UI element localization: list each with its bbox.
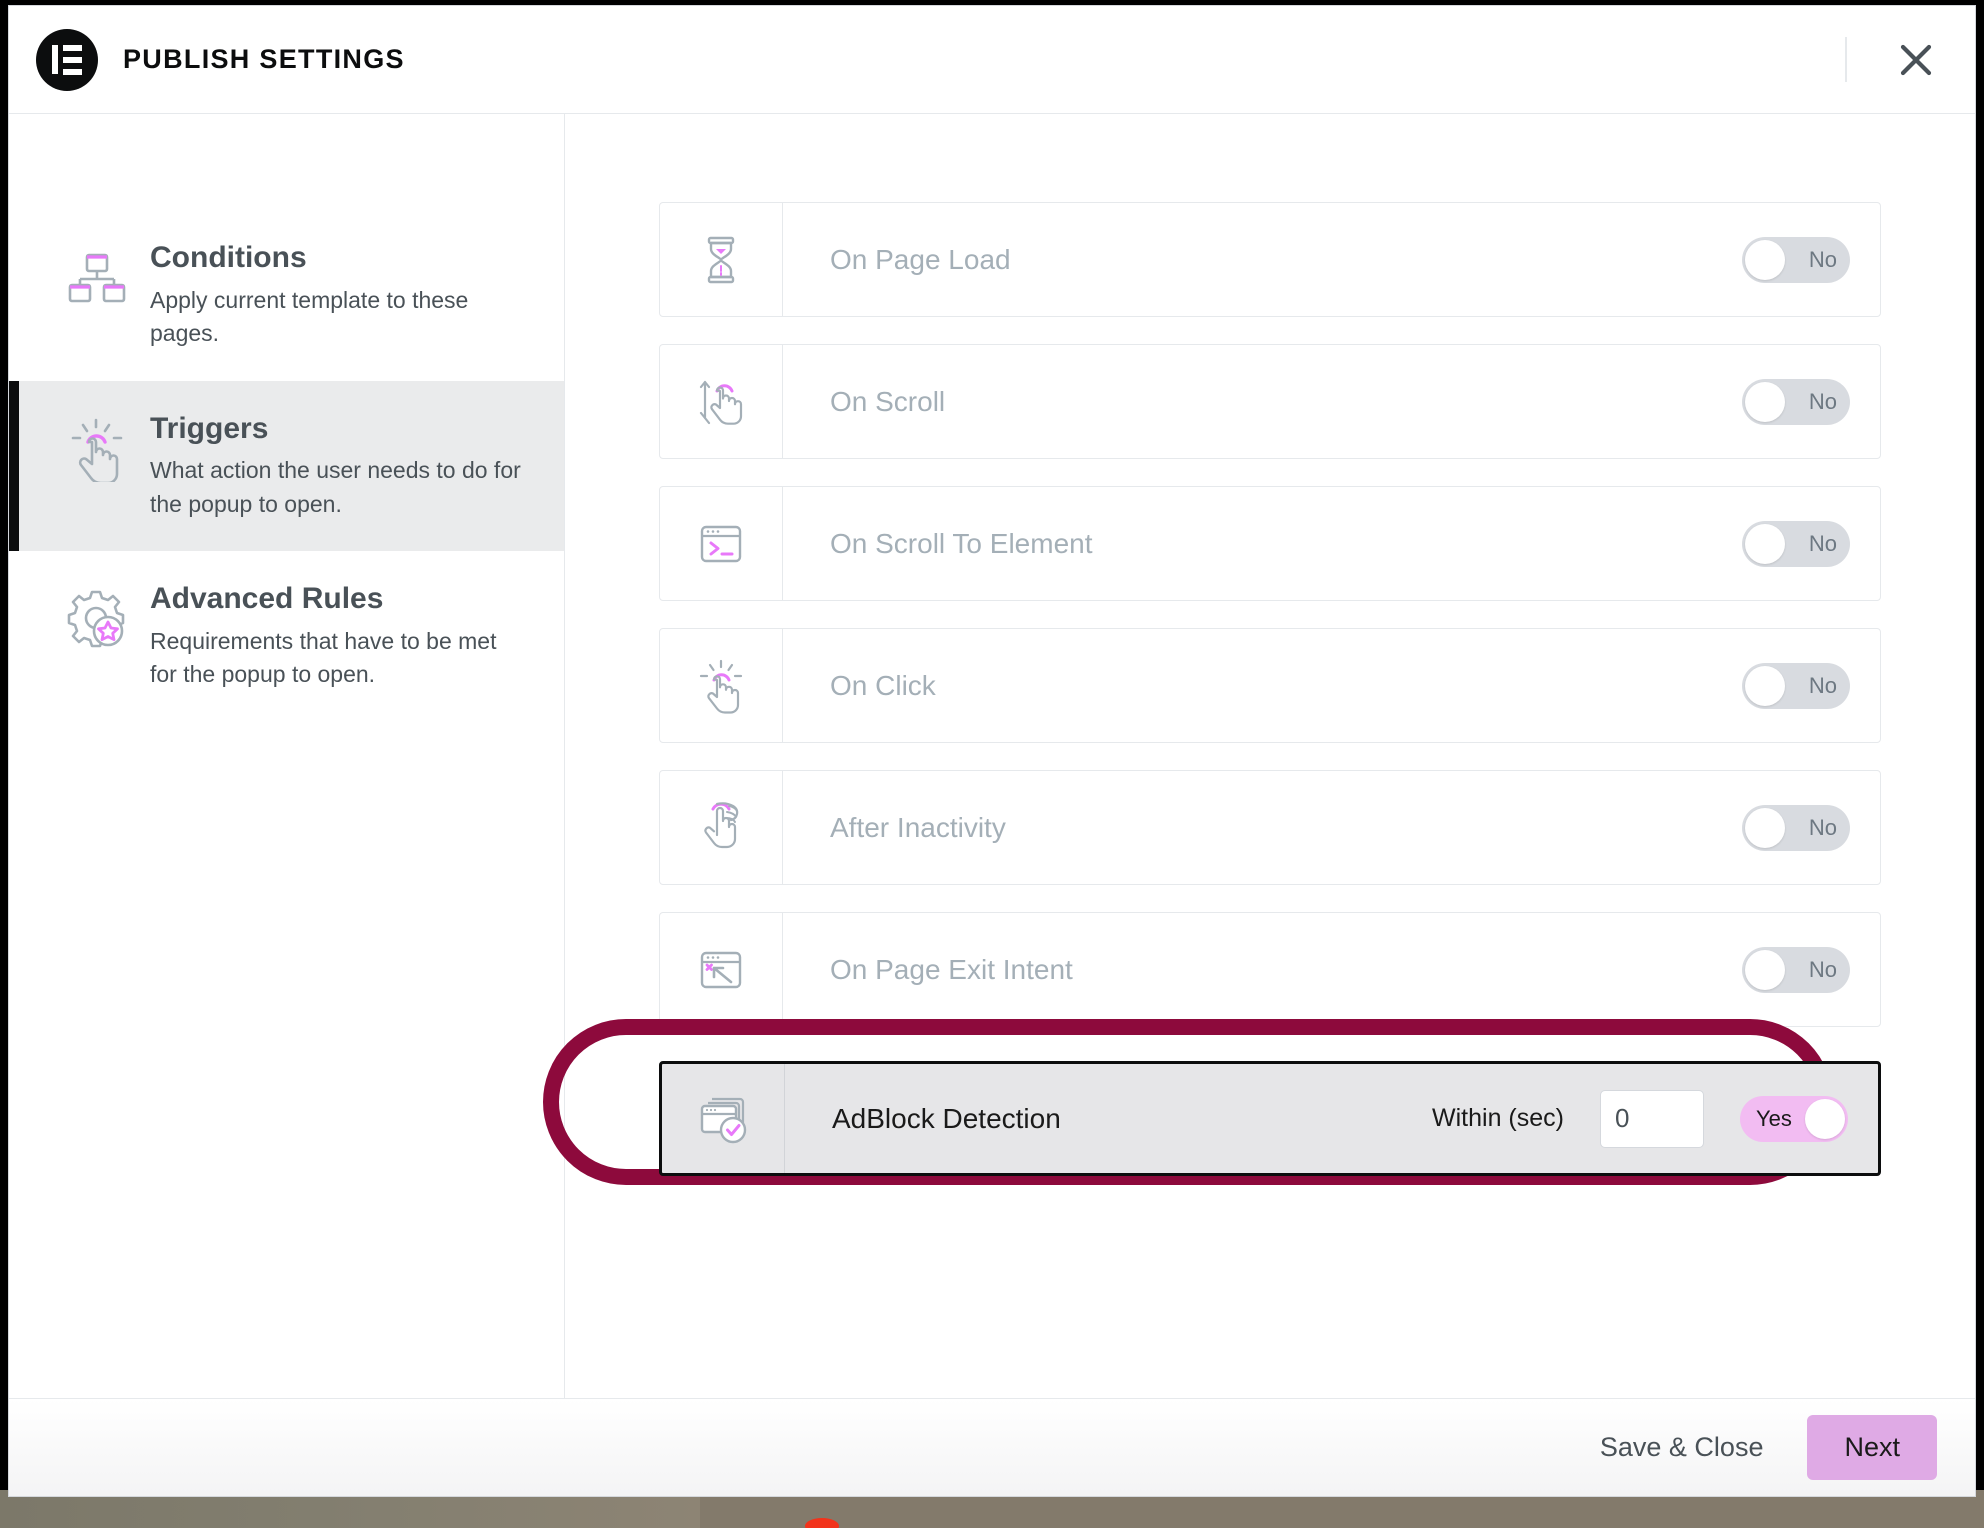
trigger-toggle[interactable]: No: [1742, 947, 1850, 993]
modal-header: PUBLISH SETTINGS: [9, 6, 1975, 114]
browser-prompt-icon: [660, 487, 783, 600]
inactivity-hand-icon: [660, 771, 783, 884]
browser-exit-icon: [660, 913, 783, 1026]
modal-footer: Save & Close Next: [9, 1398, 1975, 1496]
trigger-row-on-scroll-to-element[interactable]: On Scroll To Element No: [659, 486, 1881, 601]
save-and-close-button[interactable]: Save & Close: [1594, 1424, 1770, 1471]
sidebar-item-text: Triggers What action the user needs to d…: [150, 410, 524, 522]
toggle-label: No: [1809, 815, 1837, 841]
trigger-label: On Page Load: [783, 203, 1742, 316]
sidebar-item-description: What action the user needs to do for the…: [150, 454, 524, 521]
sidebar-item-triggers[interactable]: Triggers What action the user needs to d…: [9, 381, 564, 552]
elementor-logo-icon: [36, 29, 98, 91]
header-divider: [1845, 37, 1847, 82]
next-button[interactable]: Next: [1807, 1415, 1937, 1480]
sitemap-icon: [59, 245, 135, 311]
sidebar-item-title: Conditions: [150, 239, 524, 277]
adblock-detection-section: AdBlock Detection Within (sec) Yes: [659, 1061, 1881, 1176]
sidebar-item-text: Conditions Apply current template to the…: [150, 239, 524, 351]
toggle-label: Yes: [1756, 1106, 1792, 1132]
trigger-controls: No: [1742, 345, 1880, 458]
trigger-label: On Scroll: [783, 345, 1742, 458]
trigger-controls: Within (sec) Yes: [1432, 1064, 1878, 1173]
toggle-knob: [1745, 666, 1785, 706]
browser-stack-check-icon: [662, 1064, 785, 1173]
trigger-toggle[interactable]: No: [1742, 237, 1850, 283]
trigger-row-on-scroll[interactable]: On Scroll No: [659, 344, 1881, 459]
trigger-controls: No: [1742, 629, 1880, 742]
trigger-controls: No: [1742, 913, 1880, 1026]
sidebar-item-conditions[interactable]: Conditions Apply current template to the…: [9, 210, 564, 381]
header-actions: [1845, 6, 1975, 113]
toggle-knob: [1745, 240, 1785, 280]
trigger-label: On Page Exit Intent: [783, 913, 1742, 1026]
hourglass-icon: [660, 203, 783, 316]
triggers-panel: On Page Load No: [565, 114, 1975, 1398]
toggle-knob: [1745, 524, 1785, 564]
trigger-controls: No: [1742, 203, 1880, 316]
trigger-label: AdBlock Detection: [785, 1064, 1432, 1173]
sidebar-item-description: Requirements that have to be met for the…: [150, 625, 524, 692]
toggle-label: No: [1809, 247, 1837, 273]
sidebar-item-description: Apply current template to these pages.: [150, 284, 524, 351]
publish-settings-modal: PUBLISH SETTINGS: [9, 6, 1975, 1496]
trigger-toggle[interactable]: No: [1742, 521, 1850, 567]
trigger-label: On Click: [783, 629, 1742, 742]
gear-star-icon: [59, 586, 135, 652]
toggle-knob: [1745, 808, 1785, 848]
desktop-background: PUBLISH SETTINGS: [0, 0, 1984, 1528]
toggle-knob: [1745, 382, 1785, 422]
toggle-knob: [1805, 1099, 1845, 1139]
trigger-toggle[interactable]: No: [1742, 805, 1850, 851]
settings-sidebar: Conditions Apply current template to the…: [9, 114, 565, 1398]
trigger-toggle[interactable]: No: [1742, 663, 1850, 709]
trigger-row-on-page-exit-intent[interactable]: On Page Exit Intent No: [659, 912, 1881, 1027]
trigger-label: After Inactivity: [783, 771, 1742, 884]
toggle-label: No: [1809, 957, 1837, 983]
trigger-list: On Page Load No: [659, 202, 1881, 1176]
scroll-hand-icon: [660, 345, 783, 458]
adblock-toggle[interactable]: Yes: [1740, 1096, 1848, 1142]
sidebar-item-text: Advanced Rules Requirements that have to…: [150, 580, 524, 692]
trigger-row-on-click[interactable]: On Click No: [659, 628, 1881, 743]
click-hand-icon: [660, 629, 783, 742]
trigger-label: On Scroll To Element: [783, 487, 1742, 600]
trigger-toggle[interactable]: No: [1742, 379, 1850, 425]
toggle-knob: [1745, 950, 1785, 990]
toggle-label: No: [1809, 389, 1837, 415]
trigger-row-adblock-detection[interactable]: AdBlock Detection Within (sec) Yes: [659, 1061, 1881, 1176]
sidebar-item-advanced-rules[interactable]: Advanced Rules Requirements that have to…: [9, 551, 564, 722]
trigger-row-on-page-load[interactable]: On Page Load No: [659, 202, 1881, 317]
sidebar-item-title: Advanced Rules: [150, 580, 524, 618]
tap-hand-icon: [59, 416, 135, 482]
toggle-label: No: [1809, 531, 1837, 557]
trigger-controls: No: [1742, 487, 1880, 600]
within-sec-input[interactable]: [1600, 1090, 1704, 1148]
toggle-label: No: [1809, 673, 1837, 699]
trigger-controls: No: [1742, 771, 1880, 884]
close-icon[interactable]: [1885, 29, 1947, 91]
modal-body: Conditions Apply current template to the…: [9, 114, 1975, 1398]
sidebar-item-title: Triggers: [150, 410, 524, 448]
background-red-indicator: [805, 1518, 839, 1528]
page-title: PUBLISH SETTINGS: [123, 44, 405, 75]
within-sec-label: Within (sec): [1432, 1104, 1564, 1133]
trigger-row-after-inactivity[interactable]: After Inactivity No: [659, 770, 1881, 885]
